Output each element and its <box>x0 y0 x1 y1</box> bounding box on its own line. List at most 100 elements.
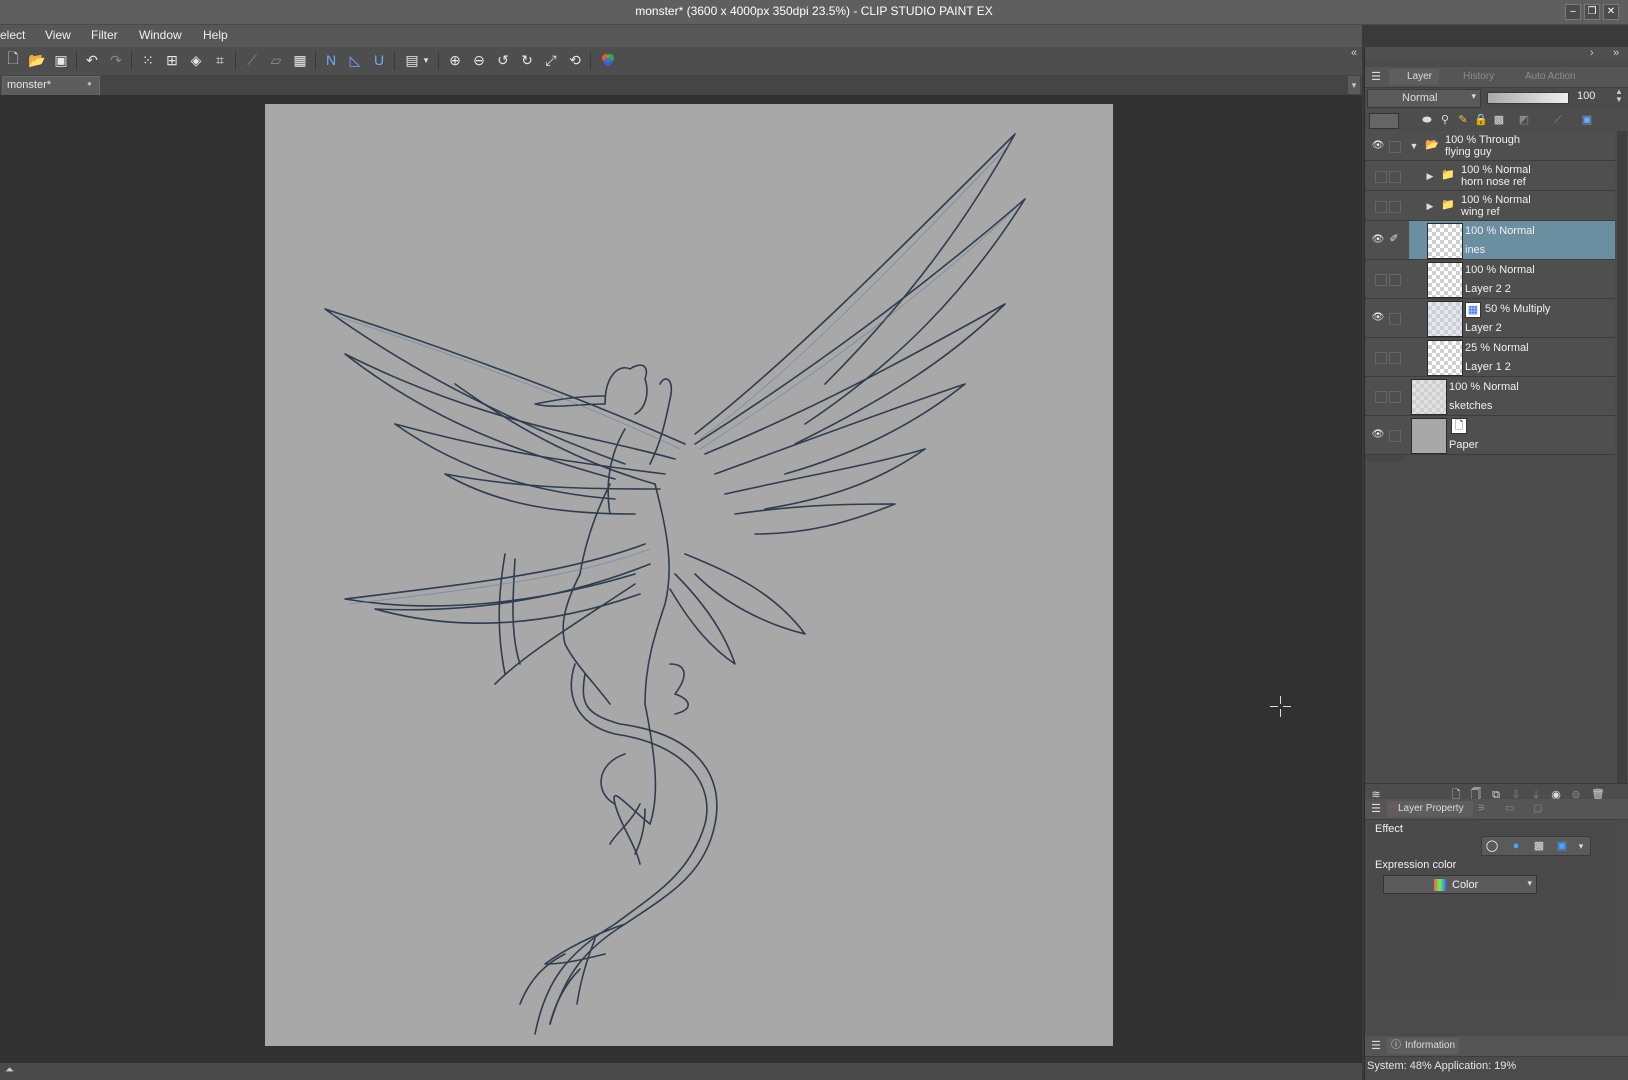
redo-icon[interactable]: ↷ <box>107 51 125 69</box>
collapse-right-icon[interactable]: » <box>1613 47 1619 59</box>
layer-thumbnail <box>1411 418 1447 454</box>
tab-list-chevron-icon[interactable]: ▾ <box>1348 76 1360 94</box>
opacity-value[interactable]: 100 <box>1577 90 1595 102</box>
zoom-in-icon[interactable]: ⊕ <box>446 51 464 69</box>
layer-list-scrollbar[interactable] <box>1617 131 1627 783</box>
effect-label: Effect <box>1375 823 1403 835</box>
close-tab-icon[interactable]: ● <box>87 79 92 88</box>
chevron-down-icon[interactable]: ▾ <box>1574 839 1588 853</box>
tab-information[interactable]: ⓘ Information <box>1387 1038 1459 1054</box>
grid-icon[interactable]: ▦ <box>291 51 309 69</box>
chevron-down-icon[interactable]: ▼ <box>1407 139 1421 153</box>
color-mixing-icon[interactable] <box>599 51 617 69</box>
pen-edit-icon: ✐ <box>1389 233 1399 245</box>
chevron-down-icon: ▾ <box>1527 878 1532 888</box>
zoom-out-icon[interactable]: ⊖ <box>470 51 488 69</box>
layer-row[interactable]: 👁 ▦ 50 % Multiply Layer 2 <box>1365 299 1615 338</box>
layer-row[interactable]: 100 % Normal sketches <box>1365 377 1615 416</box>
tone-effect-icon[interactable]: ▩ <box>1532 839 1546 853</box>
chevron-right-icon[interactable]: › <box>1590 47 1594 59</box>
info-panel-tabs: ☰ ⓘ Information <box>1365 1036 1628 1057</box>
collapse-left-icon[interactable]: « <box>1351 47 1357 59</box>
panel-menu-icon[interactable]: ☰ <box>1369 1039 1383 1053</box>
tab-history[interactable]: History <box>1445 69 1494 85</box>
close-icon[interactable]: ✕ <box>1603 4 1619 20</box>
snap-ruler-icon[interactable]: N <box>322 51 340 69</box>
layer-row[interactable]: 100 % Normal Layer 2 2 <box>1365 260 1615 299</box>
menu-filter[interactable]: Filter <box>91 28 118 42</box>
reference-layer-icon[interactable]: ⚲ <box>1438 113 1452 127</box>
maximize-icon[interactable]: ❐ <box>1584 4 1600 20</box>
lock-layer-icon[interactable]: 🔒 <box>1474 113 1488 127</box>
collapse-icon[interactable]: ⏶ <box>5 1064 14 1077</box>
property-panel-tabs: ☰ ⟋ Layer Property ⚞ ▭ ▢ <box>1365 799 1628 820</box>
reset-rotation-icon[interactable]: ⟲ <box>566 51 584 69</box>
menu-window[interactable]: Window <box>139 28 182 42</box>
minimize-icon[interactable]: – <box>1565 4 1581 20</box>
eye-icon[interactable]: 👁 <box>1371 428 1385 442</box>
layer-thumbnail <box>1427 223 1463 259</box>
tab-layer[interactable]: Layer <box>1389 69 1439 85</box>
undo-icon[interactable]: ↶ <box>83 51 101 69</box>
tab-layer-property[interactable]: ⟋ Layer Property <box>1387 801 1473 817</box>
transform-icon[interactable]: ⌗ <box>211 51 229 69</box>
fill-icon[interactable]: ◈ <box>187 51 205 69</box>
lock-transparency-icon[interactable]: ▩ <box>1492 113 1506 127</box>
snap-special-ruler-icon[interactable]: ◺ <box>346 51 364 69</box>
ruler-icon[interactable]: ⟋ <box>243 51 261 69</box>
layer-row[interactable]: 25 % Normal Layer 1 2 <box>1365 338 1615 377</box>
perspective-icon[interactable]: ▱ <box>267 51 285 69</box>
opacity-stepper-icon[interactable]: ▲ ▼ <box>1615 88 1623 104</box>
tab-subview-icon[interactable]: ▢ <box>1533 801 1542 817</box>
open-file-icon[interactable]: 📂 <box>28 51 46 69</box>
opacity-slider[interactable] <box>1487 92 1569 104</box>
blend-mode-select[interactable]: Normal ▾ <box>1367 89 1481 108</box>
layer-display-icon[interactable]: ▣ <box>1580 113 1594 127</box>
tab-brush-size-icon[interactable]: ⚞ <box>1477 801 1486 817</box>
draft-layer-icon[interactable]: ✎ <box>1456 113 1470 127</box>
menu-view[interactable]: View <box>45 28 71 42</box>
tab-auto-action[interactable]: Auto Action <box>1507 69 1576 85</box>
color-swatch-icon <box>1434 879 1446 891</box>
canvas-paper[interactable] <box>265 104 1113 1046</box>
chevron-right-icon[interactable]: ▶ <box>1423 169 1437 183</box>
layer-row[interactable]: ▶ 📁 100 % Normal horn nose ref <box>1365 161 1615 191</box>
expression-color-select[interactable]: Color ▾ <box>1383 875 1537 894</box>
menu-select[interactable]: elect <box>0 28 25 42</box>
crosshair-cursor-icon <box>1270 696 1291 717</box>
deselect-icon[interactable]: ⁙ <box>139 51 157 69</box>
mask-icon[interactable]: ◩ <box>1517 113 1531 127</box>
rotate-right-icon[interactable]: ↻ <box>518 51 536 69</box>
layer-color-effect-icon[interactable]: ● <box>1509 839 1523 853</box>
document-tab[interactable]: monster* ● <box>2 76 100 96</box>
color-effect-icon[interactable]: ▣ <box>1555 839 1569 853</box>
clip-layer-icon[interactable]: ⬬ <box>1420 113 1434 127</box>
layer-row[interactable]: 👁 🗋 Paper <box>1365 416 1615 455</box>
layer-row[interactable]: 👁 ✐ 100 % Normal ines <box>1365 221 1615 260</box>
canvas-size-icon[interactable]: ▤ <box>403 51 421 69</box>
chevron-right-icon[interactable]: ▶ <box>1423 199 1437 213</box>
layer-tools-row: ⬬ ⚲ ✎ 🔒 ▩ ◩ ⟋ ▣ <box>1365 109 1628 131</box>
eye-icon[interactable]: 👁 <box>1371 139 1385 153</box>
layer-row[interactable]: ▶ 📁 100 % Normal wing ref <box>1365 191 1615 221</box>
layer-color-icon[interactable] <box>1369 113 1399 129</box>
panel-menu-icon[interactable]: ☰ <box>1369 802 1383 816</box>
layer-thumbnail <box>1427 301 1463 337</box>
rotate-left-icon[interactable]: ↺ <box>494 51 512 69</box>
fit-screen-icon[interactable]: ⤢ <box>542 51 560 69</box>
folder-icon: 📁 <box>1441 199 1455 211</box>
border-effect-icon[interactable]: ◯ <box>1485 839 1499 853</box>
layer-row[interactable]: 👁 ▼ 📂 100 % Through flying guy <box>1365 131 1615 161</box>
system-status-text: System: 48% Application: 19% <box>1367 1060 1517 1072</box>
eye-icon[interactable]: 👁 <box>1371 311 1385 325</box>
menu-help[interactable]: Help <box>203 28 228 42</box>
chevron-down-icon[interactable]: ▾ <box>421 51 431 69</box>
save-icon[interactable]: ▣ <box>52 51 70 69</box>
ruler-layer-icon[interactable]: ⟋ <box>1551 113 1565 127</box>
snap-grid-icon[interactable]: U <box>370 51 388 69</box>
tab-navigator-icon[interactable]: ▭ <box>1505 801 1514 817</box>
eye-icon[interactable]: 👁 <box>1371 233 1385 247</box>
panel-menu-icon[interactable]: ☰ <box>1369 70 1383 84</box>
select-all-icon[interactable]: ⊞ <box>163 51 181 69</box>
new-file-icon[interactable]: 🗋 <box>4 50 22 69</box>
